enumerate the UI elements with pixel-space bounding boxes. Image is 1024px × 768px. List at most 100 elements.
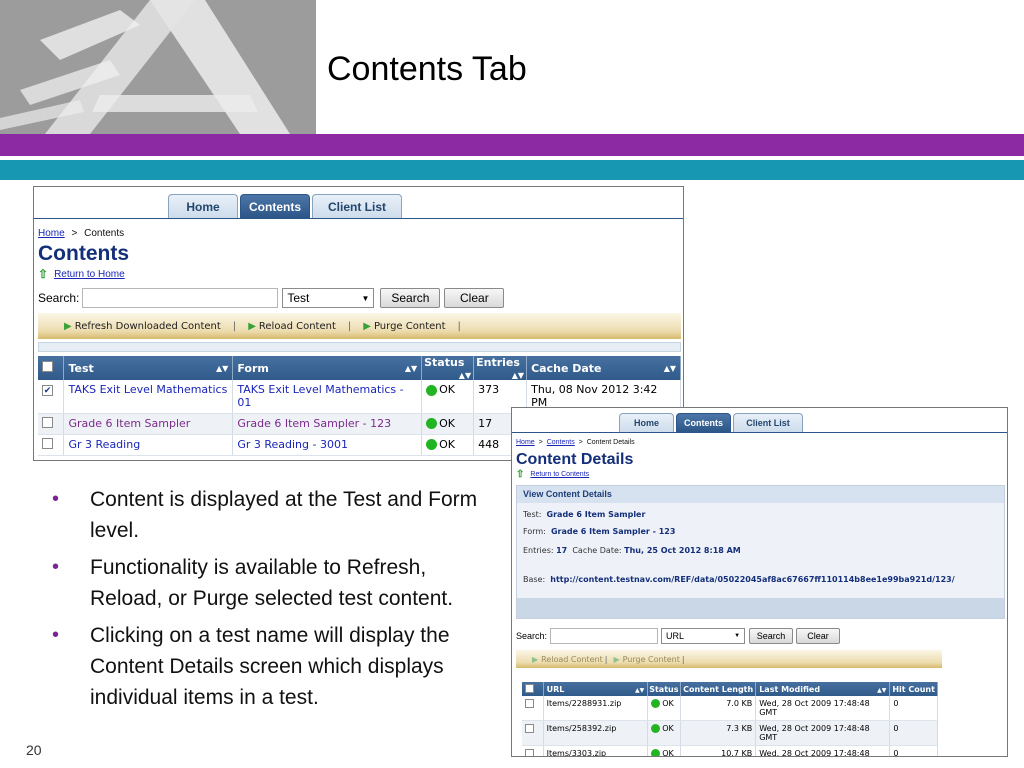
up-arrow-icon: ⇧: [516, 469, 525, 480]
form-name-link[interactable]: TAKS Exit Level Mathematics - 01: [237, 383, 403, 409]
column-header-url[interactable]: URL ▲▼: [543, 682, 649, 696]
status-ok-icon: [651, 749, 661, 756]
column-header-status[interactable]: Status ▲▼: [421, 356, 475, 380]
sort-arrows-icon: ▲▼: [216, 363, 229, 373]
detail-form-value: Grade 6 Item Sampler - 123: [550, 527, 676, 536]
search-button[interactable]: Search: [749, 628, 794, 644]
breadcrumb-home-link[interactable]: Home: [516, 439, 535, 446]
status-cell: OK: [421, 413, 475, 435]
column-header-form[interactable]: Form ▲▼: [232, 356, 423, 380]
url-cell: Items/2288931.zip: [543, 696, 649, 721]
hit-count-cell: 0: [889, 696, 938, 721]
search-row: Search: URL ▼ Search Clear: [516, 628, 843, 644]
spacer-bar: [38, 342, 681, 352]
detail-test-value: Grade 6 Item Sampler: [546, 510, 646, 519]
return-home-link[interactable]: Return to Home: [54, 269, 125, 280]
tab-bar: Home Contents Client List: [168, 194, 404, 218]
clear-button[interactable]: Clear: [444, 288, 505, 308]
status-ok-icon: [426, 439, 438, 450]
detail-cache-date-value: Thu, 25 Oct 2012 8:18 AM: [624, 546, 741, 555]
column-header-status[interactable]: Status: [647, 682, 682, 696]
content-items-table: URL ▲▼ Status Content Length Last Modifie…: [522, 682, 938, 756]
action-bar: ▶ Reload Content | ▶ Purge Content |: [516, 650, 942, 668]
select-all-checkbox[interactable]: [525, 683, 534, 693]
play-arrow-icon: ▶: [613, 654, 620, 664]
column-header-last-modified[interactable]: Last Modified ▲▼: [755, 682, 891, 696]
sort-arrows-icon: ▲▼: [877, 686, 887, 694]
search-field-select[interactable]: Test ▼: [282, 288, 375, 308]
tab-home[interactable]: Home: [168, 194, 238, 218]
select-all-checkbox[interactable]: [42, 361, 53, 372]
test-cell: TAKS Exit Level Mathematics: [63, 380, 234, 414]
bullet-dot-icon: •: [52, 624, 60, 646]
purge-content-button[interactable]: Purge Content: [623, 655, 680, 664]
action-separator: |: [232, 320, 237, 332]
search-label: Search:: [38, 291, 80, 305]
detail-entries-row: Entries: 17 Cache Date: Thu, 25 Oct 2012…: [523, 546, 741, 555]
row-checkbox[interactable]: ✔: [42, 385, 53, 396]
breadcrumb-contents-link[interactable]: Contents: [547, 439, 575, 446]
breadcrumb-separator: >: [578, 439, 583, 446]
column-header-cache-date[interactable]: Cache Date ▲▼: [526, 356, 681, 380]
row-select-cell: [522, 720, 544, 746]
form-cell: Gr 3 Reading - 3001: [232, 434, 423, 456]
test-name-link[interactable]: Grade 6 Item Sampler: [68, 417, 190, 430]
search-field-value: URL: [666, 631, 685, 641]
detail-test-row: Test: Grade 6 Item Sampler: [523, 510, 646, 519]
test-name-link[interactable]: Gr 3 Reading: [68, 438, 140, 451]
url-cell: Items/258392.zip: [543, 720, 649, 746]
column-header-hit-count[interactable]: Hit Count: [889, 682, 938, 696]
up-arrow-icon: ⇧: [38, 267, 49, 281]
row-checkbox[interactable]: [525, 699, 534, 708]
row-checkbox[interactable]: [525, 724, 534, 733]
logo-panel: [0, 0, 316, 134]
tab-contents[interactable]: Contents: [676, 413, 731, 432]
row-checkbox[interactable]: [42, 416, 53, 428]
breadcrumb-home-link[interactable]: Home: [38, 228, 65, 239]
tab-home[interactable]: Home: [619, 413, 674, 432]
breadcrumb-separator: >: [71, 228, 78, 239]
breadcrumb-current: Content Details: [586, 439, 635, 446]
tab-client-list[interactable]: Client List: [733, 413, 803, 432]
sort-arrows-icon: ▲▼: [458, 371, 472, 380]
details-panel: View Content Details Test: Grade 6 Item …: [516, 485, 1005, 619]
test-name-link[interactable]: TAKS Exit Level Mathematics: [68, 383, 227, 396]
reload-content-button[interactable]: Reload Content: [259, 321, 336, 332]
row-checkbox[interactable]: [525, 749, 534, 756]
table-row: Items/2288931.zip OK 7.0 KB Wed, 28 Oct …: [522, 696, 938, 721]
search-button[interactable]: Search: [380, 288, 441, 308]
form-name-link[interactable]: Gr 3 Reading - 3001: [237, 438, 348, 451]
form-name-link[interactable]: Grade 6 Item Sampler - 123: [237, 417, 391, 430]
company-logo-icon: [0, 0, 290, 134]
action-separator: |: [457, 320, 461, 332]
return-link-row: ⇧ Return to Home: [38, 267, 125, 281]
column-header-test[interactable]: Test ▲▼: [63, 356, 234, 380]
content-length-cell: 10.7 KB: [680, 745, 757, 756]
status-ok-icon: [651, 699, 661, 708]
table-row: Items/3303.zip OK 10.7 KB Wed, 28 Oct 20…: [522, 745, 938, 756]
return-contents-link[interactable]: Return to Contents: [530, 471, 589, 478]
refresh-downloaded-content-button[interactable]: Refresh Downloaded Content: [75, 321, 221, 332]
reload-content-button[interactable]: Reload Content: [541, 655, 603, 664]
bullet-list: • Content is displayed at the Test and Fo…: [52, 484, 482, 719]
column-header-entries[interactable]: Entries ▲▼: [473, 356, 528, 380]
action-separator: |: [347, 320, 352, 332]
search-input[interactable]: [82, 288, 279, 308]
last-modified-cell: Wed, 28 Oct 2009 17:48:48 GMT: [755, 745, 891, 756]
content-length-cell: 7.0 KB: [680, 696, 757, 721]
bullet-dot-icon: •: [52, 488, 60, 510]
column-header-content-length[interactable]: Content Length: [680, 682, 757, 696]
purge-content-button[interactable]: Purge Content: [374, 321, 446, 332]
search-field-select[interactable]: URL ▼: [661, 628, 746, 644]
clear-button[interactable]: Clear: [796, 628, 841, 644]
search-input[interactable]: [550, 628, 659, 644]
sort-arrows-icon: ▲▼: [404, 363, 418, 373]
tab-underline: [512, 432, 1007, 433]
last-modified-cell: Wed, 28 Oct 2009 17:48:48 GMT: [755, 720, 891, 746]
teal-band: [0, 160, 1024, 180]
tab-contents[interactable]: Contents: [240, 194, 310, 218]
row-checkbox[interactable]: [42, 437, 53, 449]
breadcrumb: Home > Contents > Content Details: [516, 439, 635, 446]
tab-client-list[interactable]: Client List: [312, 194, 402, 218]
tab-underline: [34, 218, 683, 219]
